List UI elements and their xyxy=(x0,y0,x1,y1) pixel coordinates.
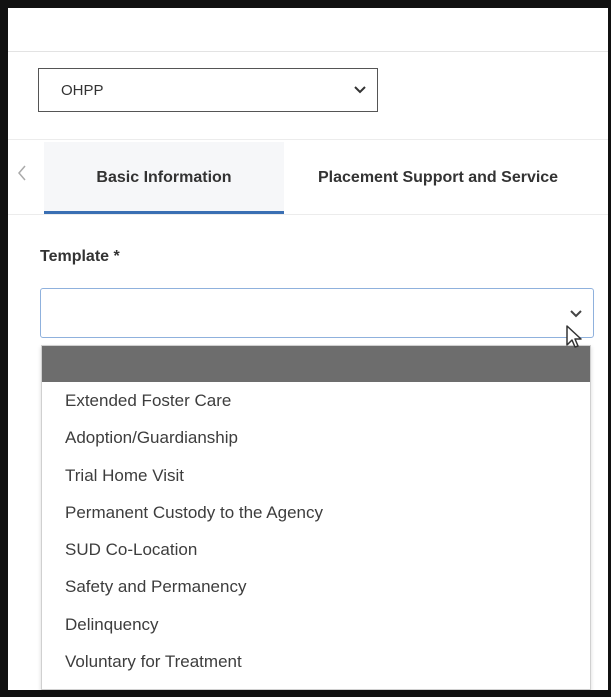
option-extended-foster-care[interactable]: Extended Foster Care xyxy=(42,382,590,419)
option-blank[interactable] xyxy=(42,346,590,382)
option-trial-home-visit[interactable]: Trial Home Visit xyxy=(42,457,590,494)
template-label: Template * xyxy=(40,248,120,265)
chevron-left-icon[interactable] xyxy=(12,161,32,185)
mouse-pointer-icon xyxy=(565,324,583,350)
form-panel: OHPP Basic Information Placement Support… xyxy=(8,8,608,690)
divider xyxy=(8,139,608,140)
option-sud-co-location[interactable]: SUD Co-Location xyxy=(42,531,590,568)
option-adoption-guardianship[interactable]: Adoption/Guardianship xyxy=(42,419,590,456)
chevron-down-icon xyxy=(353,83,367,97)
template-options-list: Extended Foster Care Adoption/Guardiansh… xyxy=(41,345,591,690)
template-select[interactable] xyxy=(40,288,594,338)
tab-label: Basic Information xyxy=(96,169,232,186)
tab-placement-support[interactable]: Placement Support and Service xyxy=(318,142,608,214)
option-safety-and-permanency[interactable]: Safety and Permanency xyxy=(42,568,590,605)
tab-label: Placement Support and Service xyxy=(318,169,559,186)
divider xyxy=(8,51,608,52)
tab-basic-information[interactable]: Basic Information xyxy=(44,142,284,214)
agency-select[interactable]: OHPP xyxy=(38,68,378,112)
divider xyxy=(8,214,608,215)
option-voluntary-for-treatment[interactable]: Voluntary for Treatment xyxy=(42,643,590,680)
option-permanent-custody[interactable]: Permanent Custody to the Agency xyxy=(42,494,590,531)
chevron-down-icon xyxy=(569,307,583,321)
option-delinquency[interactable]: Delinquency xyxy=(42,606,590,643)
agency-select-value: OHPP xyxy=(61,81,104,99)
